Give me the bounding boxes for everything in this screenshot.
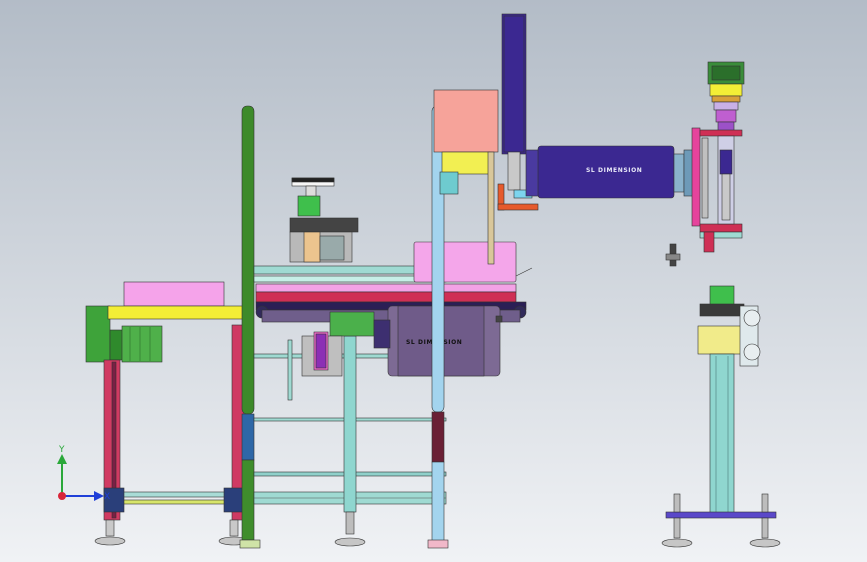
left-gearbox — [85, 305, 111, 363]
pink-side-plate — [691, 127, 701, 227]
green-column — [241, 105, 255, 415]
left-motor — [121, 325, 163, 363]
salmon-block — [433, 89, 499, 153]
y-axis-label: Y — [58, 445, 65, 455]
green-gripper — [297, 195, 321, 217]
x-axis-label: X — [104, 492, 110, 502]
conveyor-plate — [255, 283, 517, 293]
sensor-box — [329, 311, 375, 337]
pink-hopper — [123, 281, 225, 307]
right-base-plate — [665, 511, 777, 519]
cad-viewport[interactable]: SL DIMENSION SL DIMENSION — [0, 0, 867, 562]
cad-drawing: SL DIMENSION SL DIMENSION — [0, 0, 867, 562]
right-pillar — [709, 353, 735, 515]
yellow-shaft — [107, 305, 249, 320]
upper-motor-label: SL DIMENSION — [586, 167, 642, 174]
